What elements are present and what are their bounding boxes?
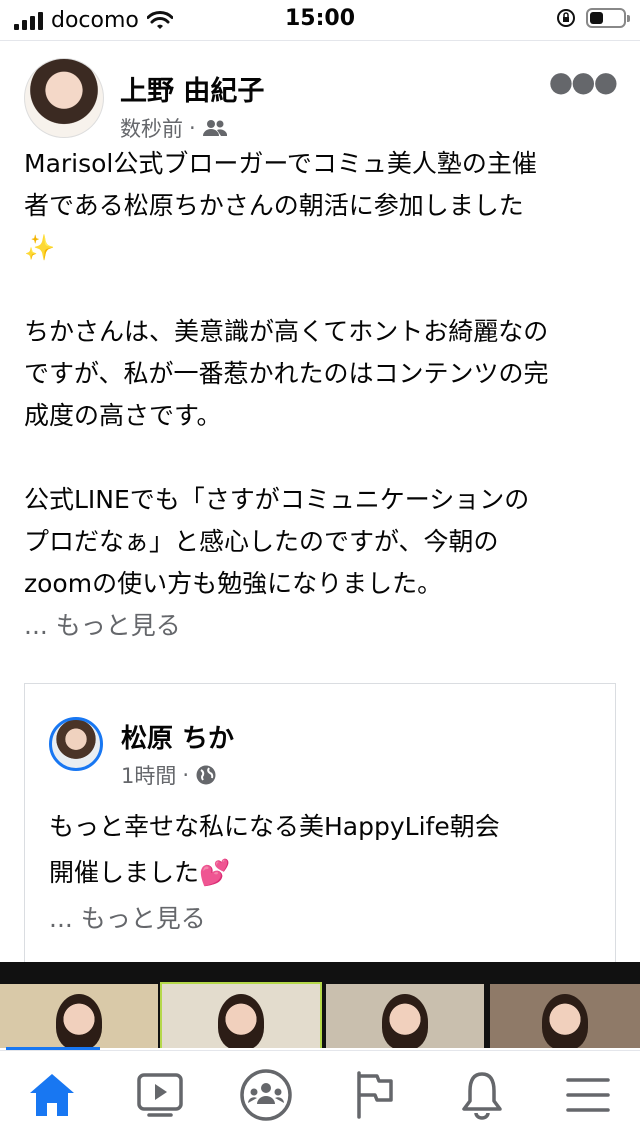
author-name[interactable]: 上野 由紀子 bbox=[120, 69, 264, 108]
shared-author-avatar[interactable] bbox=[49, 717, 103, 771]
bell-icon bbox=[462, 1072, 502, 1120]
post-line: Marisol公式ブローガーでコミュ美人塾の主催 bbox=[24, 149, 537, 178]
shared-post-timestamp[interactable]: 1時間 bbox=[121, 760, 176, 790]
tab-bar bbox=[0, 1050, 640, 1137]
home-icon bbox=[30, 1074, 74, 1116]
video-tile bbox=[326, 984, 484, 1048]
status-right bbox=[556, 8, 630, 28]
globe-icon bbox=[196, 765, 216, 785]
groups-icon bbox=[240, 1069, 292, 1121]
participant-face bbox=[56, 994, 102, 1048]
post-line: ですが、私が一番惹かれたのはコンテンツの完 bbox=[24, 359, 549, 388]
post-header: 上野 由紀子 数秒前 · ●●● bbox=[0, 41, 640, 143]
shared-post-meta: 1時間 · bbox=[121, 760, 217, 790]
video-tile bbox=[0, 984, 158, 1048]
tab-groups[interactable] bbox=[238, 1067, 294, 1123]
post-timestamp[interactable]: 数秒前 bbox=[120, 113, 183, 143]
status-bar: docomo 15:00 bbox=[0, 0, 640, 40]
shared-see-more-link[interactable]: ... もっと見る bbox=[49, 896, 589, 942]
meta-separator: · bbox=[182, 763, 190, 787]
author-avatar[interactable] bbox=[24, 58, 104, 138]
post-line: zoomの使い方も勉強になりました。 bbox=[24, 569, 443, 598]
tab-home[interactable] bbox=[24, 1067, 80, 1123]
video-icon bbox=[137, 1073, 183, 1117]
see-more-link[interactable]: ... もっと見る bbox=[24, 605, 616, 647]
more-options-icon[interactable]: ●●● bbox=[549, 65, 618, 98]
tab-menu[interactable] bbox=[560, 1067, 616, 1123]
post-line: プロだなぁ」と感心したのですが、今朝の bbox=[24, 527, 499, 556]
post-body: Marisol公式ブローガーでコミュ美人塾の主催 者である松原ちかさんの朝活に参… bbox=[0, 143, 640, 647]
battery-icon bbox=[586, 8, 630, 28]
post-meta: 数秒前 · bbox=[120, 113, 228, 143]
clock: 15:00 bbox=[284, 6, 356, 31]
orientation-lock-icon bbox=[557, 9, 575, 27]
meta-separator: · bbox=[189, 116, 196, 140]
post-line: ちかさんは、美意識が高くてホントお綺麗なの bbox=[24, 317, 549, 346]
video-tile bbox=[160, 982, 322, 1048]
participant-face bbox=[218, 994, 264, 1048]
post-line: 公式LINEでも「さすがコミュニケーションの bbox=[24, 485, 530, 514]
friends-icon bbox=[202, 120, 227, 136]
shared-post-card[interactable]: 松原 ちか 1時間 · もっと幸せな私になる美HappyLife朝会 開催しまし… bbox=[24, 683, 616, 973]
shared-author-name[interactable]: 松原 ちか bbox=[121, 718, 234, 755]
shared-post-line: もっと幸せな私になる美HappyLife朝会 bbox=[49, 812, 500, 841]
post-line: 成度の高さです。 bbox=[24, 401, 222, 430]
flag-icon bbox=[357, 1071, 393, 1119]
tab-pages[interactable] bbox=[346, 1067, 402, 1123]
menu-icon bbox=[566, 1078, 610, 1112]
participant-face bbox=[542, 994, 588, 1048]
video-preview[interactable] bbox=[0, 962, 640, 1048]
tab-watch[interactable] bbox=[132, 1067, 188, 1123]
post-line: ✨ bbox=[24, 233, 56, 262]
shared-post-line: 開催しました💕 bbox=[49, 858, 231, 887]
tab-notifications[interactable] bbox=[454, 1067, 510, 1123]
shared-post-text: もっと幸せな私になる美HappyLife朝会 開催しました💕 ... もっと見る bbox=[49, 804, 589, 942]
participant-face bbox=[382, 994, 428, 1048]
post-line: 者である松原ちかさんの朝活に参加しました bbox=[24, 191, 524, 220]
video-tile bbox=[490, 984, 640, 1048]
